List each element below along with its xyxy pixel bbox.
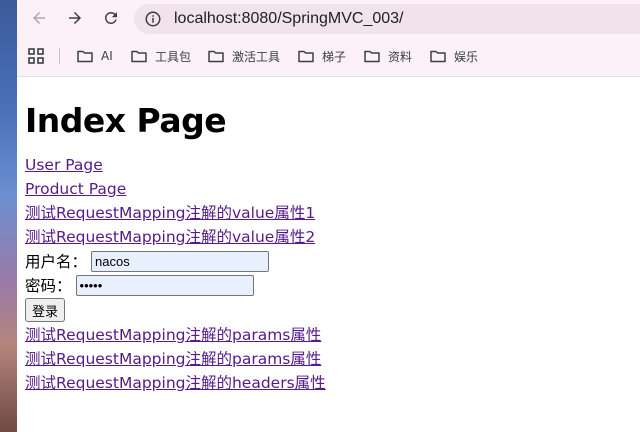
bookmark-folder-ladder[interactable]: 梯子	[298, 46, 346, 66]
bookmark-label: AI	[101, 49, 113, 63]
bookmark-label: 娱乐	[454, 49, 479, 64]
params-attr-test-link-1[interactable]: 测试RequestMapping注解的params属性	[25, 323, 625, 347]
folder-icon	[77, 50, 93, 63]
forward-button[interactable]	[63, 6, 87, 30]
bookmark-label: 梯子	[322, 49, 347, 64]
password-row: 密码：	[25, 273, 625, 297]
back-arrow-icon	[33, 12, 45, 24]
bookmark-folder-entertainment[interactable]: 娱乐	[430, 46, 478, 66]
login-button[interactable]: 登录	[25, 298, 66, 322]
value-attr-test-link-1[interactable]: 测试RequestMapping注解的value属性1	[25, 201, 625, 225]
url-text[interactable]: localhost:8080/SpringMVC_003/	[174, 10, 403, 28]
bookmarks-bar: AI 工具包 激活工具 梯子 资料 娱乐	[17, 36, 640, 77]
desktop-background-strip	[0, 0, 17, 432]
bookmark-folder-ai[interactable]: AI	[77, 46, 113, 66]
bookmark-label: 工具包	[155, 49, 192, 64]
username-input[interactable]	[91, 250, 270, 272]
reload-button[interactable]	[99, 6, 123, 30]
bookmark-folder-activation-tools[interactable]: 激活工具	[208, 46, 280, 66]
params-attr-test-link-2[interactable]: 测试RequestMapping注解的params属性	[25, 347, 625, 371]
password-input[interactable]	[75, 274, 254, 296]
value-attr-test-link-2[interactable]: 测试RequestMapping注解的value属性2	[25, 225, 625, 249]
bookmark-label: 激活工具	[232, 49, 281, 64]
folder-icon	[430, 50, 446, 63]
page-title: Index Page	[25, 101, 227, 140]
password-label: 密码：	[25, 277, 72, 295]
bookmark-folder-toolkit[interactable]: 工具包	[131, 46, 191, 66]
bookmark-folder-materials[interactable]: 资料	[364, 46, 412, 66]
bookmark-label: 资料	[388, 49, 413, 64]
folder-icon	[364, 50, 380, 63]
folder-icon	[131, 50, 147, 63]
forward-arrow-icon	[69, 12, 81, 24]
username-label: 用户名：	[25, 253, 88, 271]
address-bar[interactable]: localhost:8080/SpringMVC_003/	[134, 4, 640, 34]
bookmarks-separator	[59, 48, 60, 64]
screen: localhost:8080/SpringMVC_003/ AI 工具包 激活工…	[0, 0, 640, 432]
user-page-link[interactable]: User Page	[25, 153, 625, 177]
back-button[interactable]	[27, 6, 51, 30]
browser-toolbar: localhost:8080/SpringMVC_003/	[17, 0, 640, 36]
product-page-link[interactable]: Product Page	[25, 177, 625, 201]
apps-grid-icon[interactable]	[28, 48, 44, 64]
login-form: 用户名： 密码： 登录	[25, 249, 625, 323]
reload-icon	[104, 11, 117, 24]
folder-icon	[298, 50, 314, 63]
page-content: Index Page User Page Product Page 测试Requ…	[25, 77, 625, 395]
username-row: 用户名：	[25, 249, 625, 273]
browser-window: localhost:8080/SpringMVC_003/ AI 工具包 激活工…	[17, 0, 640, 432]
folder-icon	[208, 50, 224, 63]
site-info-icon[interactable]	[144, 10, 162, 28]
headers-attr-test-link[interactable]: 测试RequestMapping注解的headers属性	[25, 371, 625, 395]
